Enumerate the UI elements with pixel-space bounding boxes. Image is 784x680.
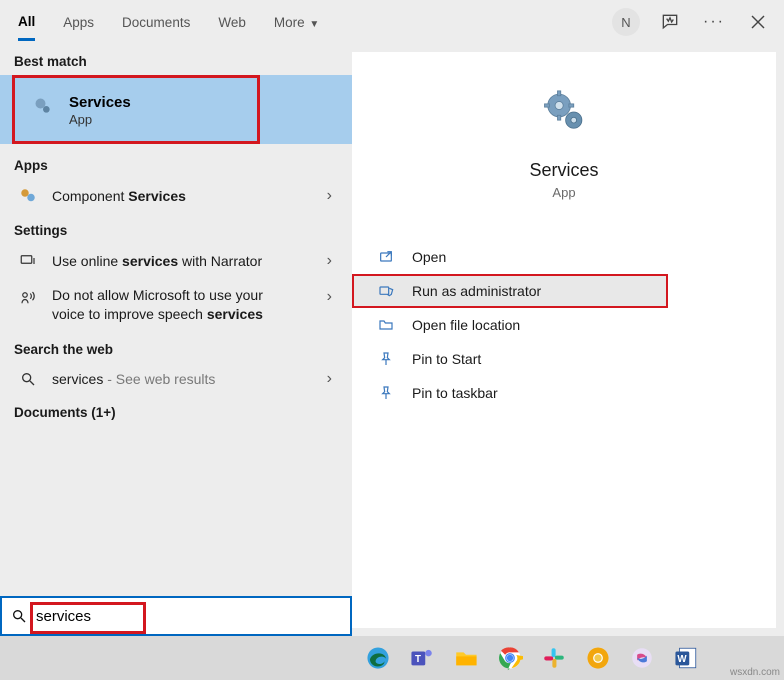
section-apps: Apps xyxy=(0,148,352,179)
section-settings: Settings xyxy=(0,213,352,244)
taskbar-chrome-canary[interactable] xyxy=(580,640,616,676)
action-label: Pin to Start xyxy=(412,351,481,367)
taskbar-edge[interactable] xyxy=(360,640,396,676)
chevron-right-icon: › xyxy=(327,252,332,270)
result-component-services[interactable]: Component Services › xyxy=(0,179,352,213)
detail-app-icon xyxy=(352,86,776,138)
action-label: Run as administrator xyxy=(412,283,541,299)
taskbar-file-explorer[interactable] xyxy=(448,640,484,676)
result-speech-services[interactable]: Do not allow Microsoft to use your voice… xyxy=(0,278,352,332)
close-button[interactable] xyxy=(744,8,772,36)
open-icon xyxy=(378,249,396,265)
best-match-title: Services xyxy=(69,94,131,111)
taskbar-app-purple[interactable] xyxy=(624,640,660,676)
pin-icon xyxy=(378,385,396,401)
pin-icon xyxy=(378,351,396,367)
taskbar-slack[interactable] xyxy=(536,640,572,676)
taskbar-word[interactable]: W xyxy=(668,640,704,676)
taskbar: T W xyxy=(0,636,784,680)
svg-text:T: T xyxy=(415,654,421,665)
folder-icon xyxy=(378,317,396,333)
chevron-right-icon: › xyxy=(327,187,332,205)
narrator-icon xyxy=(16,252,40,270)
chevron-right-icon: › xyxy=(327,288,332,306)
section-documents: Documents (1+) xyxy=(0,395,352,426)
user-avatar[interactable]: N xyxy=(612,8,640,36)
search-tabs: All Apps Documents Web More ▼ N ··· xyxy=(0,0,784,44)
result-text: Use online xyxy=(52,253,122,269)
detail-subtitle: App xyxy=(352,185,776,200)
tab-documents[interactable]: Documents xyxy=(122,5,190,39)
more-options-icon[interactable]: ··· xyxy=(700,8,728,36)
search-input[interactable] xyxy=(36,598,350,634)
action-run-as-admin[interactable]: Run as administrator xyxy=(352,274,668,308)
result-text-bold: services xyxy=(122,253,178,269)
taskbar-chrome[interactable] xyxy=(492,640,528,676)
result-narrator-services[interactable]: Use online services with Narrator › xyxy=(0,244,352,278)
chevron-right-icon: › xyxy=(327,370,332,388)
results-panel: Best match Services App Apps Component S… xyxy=(0,44,352,636)
detail-title: Services xyxy=(352,160,776,181)
action-label: Pin to taskbar xyxy=(412,385,498,401)
section-search-web: Search the web xyxy=(0,332,352,363)
tab-more[interactable]: More ▼ xyxy=(274,5,319,39)
result-text: Component xyxy=(52,188,128,204)
detail-actions: Open Run as administrator Open file loca… xyxy=(352,240,776,410)
action-pin-to-taskbar[interactable]: Pin to taskbar xyxy=(352,376,776,410)
tab-more-label: More xyxy=(274,15,305,30)
action-open[interactable]: Open xyxy=(352,240,776,274)
caret-down-icon: ▼ xyxy=(307,19,320,30)
result-text: with Narrator xyxy=(178,253,262,269)
tab-all[interactable]: All xyxy=(18,4,35,41)
search-icon xyxy=(16,371,40,387)
result-text: services xyxy=(52,371,103,387)
taskbar-teams[interactable]: T xyxy=(404,640,440,676)
action-label: Open xyxy=(412,249,446,265)
admin-shield-icon xyxy=(378,283,396,299)
detail-panel-container: Services App Open Run as administrator O… xyxy=(352,44,784,636)
services-gear-icon xyxy=(33,96,53,121)
action-open-file-location[interactable]: Open file location xyxy=(352,308,776,342)
result-suffix: - See web results xyxy=(103,371,215,387)
action-pin-to-start[interactable]: Pin to Start xyxy=(352,342,776,376)
svg-text:W: W xyxy=(677,654,687,665)
best-match-item[interactable]: Services App xyxy=(12,75,260,144)
search-icon xyxy=(2,608,36,624)
result-web-search[interactable]: services - See web results › xyxy=(0,363,352,395)
tab-apps[interactable]: Apps xyxy=(63,5,94,39)
result-text-bold: services xyxy=(207,306,263,322)
result-text-bold: Services xyxy=(128,188,186,204)
component-services-icon xyxy=(16,187,40,205)
detail-panel: Services App Open Run as administrator O… xyxy=(352,52,776,628)
feedback-icon[interactable] xyxy=(656,8,684,36)
section-best-match: Best match xyxy=(0,44,352,75)
watermark: wsxdn.com xyxy=(730,667,780,678)
speech-icon xyxy=(16,289,40,307)
tab-web[interactable]: Web xyxy=(218,5,246,39)
search-bar[interactable] xyxy=(0,596,352,636)
action-label: Open file location xyxy=(412,317,520,333)
best-match-subtitle: App xyxy=(69,112,131,127)
